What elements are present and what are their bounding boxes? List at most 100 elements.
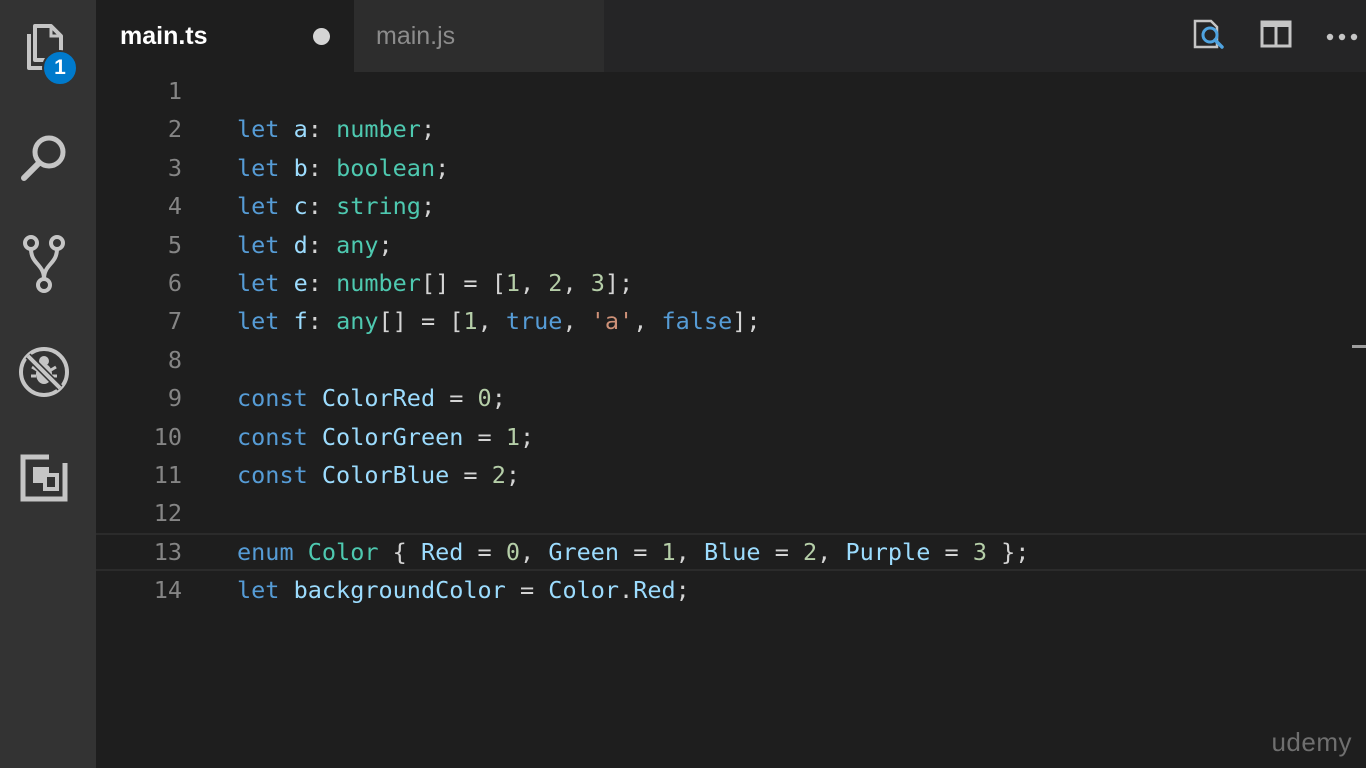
code-token: d (293, 230, 308, 259)
code-line[interactable]: 6 let e: number[] = [1, 2, 3]; (96, 264, 1366, 302)
code-line[interactable]: 9 const ColorRed = 0; (96, 379, 1366, 417)
explorer-badge: 1 (42, 50, 78, 86)
tab-label: main.ts (120, 21, 208, 50)
code-line[interactable]: 8 (96, 341, 1366, 379)
code-token: 3 (972, 537, 987, 566)
code-editor[interactable]: 1 2 let a: number; 3 let b: boolean; 4 let c: … (96, 72, 1366, 768)
code-token: f (293, 307, 308, 336)
open-preview-button[interactable] (1188, 16, 1228, 56)
code-token: a (293, 115, 308, 144)
code-token: , (817, 537, 846, 566)
code-line[interactable]: 12 (96, 494, 1366, 532)
code-token: backgroundColor (293, 576, 506, 605)
code-token: enum (237, 537, 294, 566)
line-number: 13 (153, 537, 182, 566)
code-token: ; (420, 115, 436, 144)
code-token: const (237, 384, 308, 413)
code-token: Color (548, 576, 620, 605)
line-number: 5 (167, 230, 182, 259)
code-token: : (307, 230, 337, 259)
source-control-button[interactable] (14, 234, 74, 294)
code-token: number (336, 269, 421, 297)
extensions-button[interactable] (14, 448, 74, 508)
code-token: = (435, 384, 478, 413)
code-token: let (237, 115, 280, 144)
line-code: let e: number[] = [1, 2, 3]; (237, 264, 633, 302)
code-token: }; (986, 537, 1030, 566)
code-token: false (661, 307, 733, 336)
code-line[interactable]: 13 enum Color { Red = 0, Green = 1, Blue … (96, 532, 1366, 571)
code-token: let (237, 576, 280, 605)
code-token: ]; (732, 307, 761, 336)
code-token: 1 (505, 422, 520, 451)
code-token: Red (633, 576, 676, 605)
code-token: let (237, 192, 280, 221)
code-token: 'a' (590, 307, 634, 336)
code-token: , (562, 269, 591, 297)
code-token: let (237, 269, 280, 297)
line-number: 14 (153, 576, 182, 605)
code-token: 0 (477, 384, 492, 413)
udemy-watermark: udemy (1271, 727, 1352, 757)
line-number: 12 (153, 499, 182, 528)
code-line[interactable]: 11 const ColorBlue = 2; (96, 456, 1366, 494)
code-token: Red (420, 537, 464, 566)
code-line[interactable]: 7 let f: any[] = [1, true, 'a', false]; (96, 302, 1366, 340)
code-line[interactable]: 4 let c: string; (96, 187, 1366, 225)
code-token: const (237, 422, 308, 451)
line-code: enum Color { Red = 0, Green = 1, Blue = … (237, 535, 1029, 569)
code-token: let (237, 307, 280, 336)
line-code: const ColorRed = 0; (237, 379, 506, 417)
code-token: let (237, 153, 280, 182)
tab-label: main.js (376, 21, 456, 50)
debug-button[interactable] (14, 342, 74, 402)
code-token: let (237, 230, 280, 259)
code-token: string (336, 192, 421, 221)
search-view-button[interactable] (14, 128, 74, 188)
code-token: ColorBlue (321, 461, 450, 489)
code-line[interactable]: 1 (96, 72, 1366, 110)
code-token: ; (491, 384, 506, 413)
code-token: , (633, 307, 662, 336)
code-token: : (307, 153, 337, 182)
code-token: = (760, 537, 804, 566)
code-token: 2 (491, 461, 506, 489)
code-line[interactable]: 3 let b: boolean; (96, 149, 1366, 187)
code-token: , (520, 537, 549, 566)
code-token: : (307, 115, 337, 144)
code-line[interactable]: 5 let d: any; (96, 226, 1366, 264)
code-token: Purple (845, 537, 931, 566)
tab-main-ts[interactable]: main.ts (96, 0, 354, 72)
code-token: const (237, 461, 308, 489)
unsaved-dot-icon[interactable] (313, 28, 330, 45)
code-token: ; (435, 153, 450, 182)
split-editor-icon (1260, 20, 1292, 52)
line-number: 6 (167, 269, 182, 297)
code-token: 2 (803, 537, 818, 566)
code-token: = (463, 537, 506, 566)
code-line[interactable]: 14 let backgroundColor = Color.Red; (96, 571, 1366, 609)
code-token: = (449, 461, 492, 489)
line-number: 3 (167, 153, 182, 182)
line-number: 1 (167, 77, 182, 105)
debug-icon (17, 345, 71, 399)
code-line[interactable]: 10 const ColorGreen = 1; (96, 418, 1366, 456)
tab-main-js[interactable]: main.js (354, 0, 604, 72)
code-token: 0 (505, 537, 521, 566)
code-token: = (505, 576, 549, 605)
more-actions-button[interactable] (1322, 16, 1362, 56)
code-token: . (619, 576, 634, 605)
line-number: 2 (167, 115, 182, 144)
explorer-button[interactable]: 1 (14, 18, 78, 86)
code-line[interactable]: 2 let a: number; (96, 110, 1366, 148)
code-token: ; (378, 230, 393, 259)
code-token: = (619, 537, 662, 566)
editor-scrollbar[interactable] (1352, 72, 1366, 768)
code-token: : (307, 307, 337, 336)
code-token: : (307, 192, 337, 221)
split-editor-button[interactable] (1256, 16, 1296, 56)
